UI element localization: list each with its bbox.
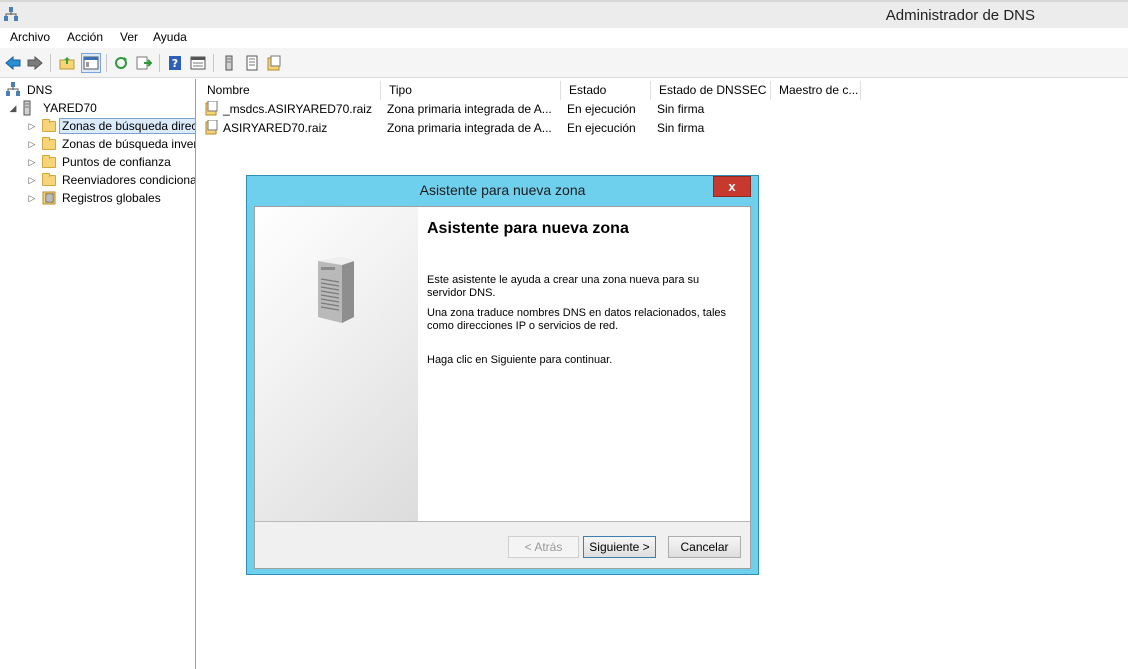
tree-item-label: Registros globales: [62, 191, 161, 205]
cell-nombre: ASIRYARED70.raiz: [223, 121, 328, 135]
expand-arrow-icon[interactable]: ▷: [27, 175, 37, 186]
wizard-heading: Asistente para nueva zona: [427, 220, 629, 237]
tree-root-label: DNS: [27, 83, 53, 97]
menu-accion[interactable]: Acción: [67, 30, 103, 44]
help-icon[interactable]: ?: [165, 53, 185, 73]
tree-server[interactable]: ◢ YARED70: [8, 99, 97, 117]
toolbar: ?: [0, 48, 1128, 78]
new-zone-wizard-dialog: Asistente para nueva zona x Asistente pa…: [246, 175, 759, 575]
wizard-side-panel: [255, 207, 418, 521]
column-header-dnssec[interactable]: Estado de DNSSEC: [651, 81, 771, 100]
wizard-paragraph-2: Una zona traduce nombres DNS en datos re…: [427, 307, 727, 332]
wizard-paragraph-3: Haga clic en Siguiente para continuar.: [427, 354, 613, 366]
back-icon[interactable]: [3, 53, 23, 73]
table-row[interactable]: _msdcs.ASIRYARED70.raiz Zona primaria in…: [199, 100, 899, 118]
folder-icon: [41, 154, 57, 170]
menu-archivo[interactable]: Archivo: [10, 30, 50, 44]
expand-arrow-icon[interactable]: ▷: [27, 193, 37, 204]
tree-item-label: Reenviadores condicionales: [62, 173, 195, 187]
cell-tipo: Zona primaria integrada de A...: [387, 121, 552, 135]
tree-item-label: Zonas de búsqueda directa: [59, 118, 195, 134]
expand-arrow-icon[interactable]: ▷: [27, 139, 37, 150]
menu-ayuda[interactable]: Ayuda: [153, 30, 187, 44]
toolbar-separator: [50, 54, 51, 72]
console-tree: DNS ◢ YARED70 ▷ Zonas de búsqueda direct…: [0, 79, 196, 669]
toolbar-separator: [213, 54, 214, 72]
window-title: Administrador de DNS: [885, 7, 1035, 24]
tree-item-registros-globales[interactable]: ▷ Registros globales: [27, 189, 161, 207]
wizard-content-panel: Asistente para nueva zona Este asistente…: [418, 207, 750, 521]
server-illustration-icon: [312, 255, 358, 328]
svg-text:?: ?: [172, 57, 178, 70]
up-folder-icon[interactable]: [57, 53, 77, 73]
button-bar-divider: [255, 521, 750, 522]
cell-dnssec: Sin firma: [657, 121, 705, 135]
dialog-body: Asistente para nueva zona Este asistente…: [254, 206, 751, 569]
forward-icon[interactable]: [25, 53, 45, 73]
collapse-arrow-icon[interactable]: ◢: [8, 103, 18, 114]
refresh-icon[interactable]: [111, 53, 131, 73]
cell-dnssec: Sin firma: [657, 102, 705, 116]
toolbar-separator: [106, 54, 107, 72]
next-button[interactable]: Siguiente >: [583, 536, 656, 558]
tree-item-zonas-inversa[interactable]: ▷ Zonas de búsqueda inversa: [27, 135, 196, 153]
dns-app-icon[interactable]: [4, 7, 18, 23]
properties-icon[interactable]: [188, 53, 208, 73]
wizard-paragraph-1: Este asistente le ayuda a crear una zona…: [427, 274, 700, 299]
zone-icon[interactable]: [264, 53, 284, 73]
table-row[interactable]: ASIRYARED70.raiz Zona primaria integrada…: [199, 119, 899, 137]
back-button[interactable]: < Atrás: [508, 536, 579, 558]
dns-icon: [6, 82, 22, 98]
tree-server-label: YARED70: [43, 101, 97, 115]
tree-item-label: Puntos de confianza: [62, 155, 171, 169]
menu-bar: Archivo Acción Ver Ayuda: [0, 28, 1128, 48]
zone-icon: [205, 100, 218, 116]
expand-arrow-icon[interactable]: ▷: [27, 157, 37, 168]
menu-ver[interactable]: Ver: [120, 30, 138, 44]
server-icon[interactable]: [219, 53, 239, 73]
cell-estado: En ejecución: [567, 102, 636, 116]
zone-icon: [205, 119, 218, 135]
column-header-estado[interactable]: Estado: [561, 81, 651, 100]
folder-icon: [41, 118, 57, 134]
folder-icon: [41, 136, 57, 152]
show-hide-tree-icon[interactable]: [81, 53, 101, 73]
column-header-tipo[interactable]: Tipo: [381, 81, 561, 100]
list-icon[interactable]: [242, 53, 262, 73]
expand-arrow-icon[interactable]: ▷: [27, 121, 37, 132]
tree-item-label: Zonas de búsqueda inversa: [62, 137, 196, 151]
cell-tipo: Zona primaria integrada de A...: [387, 102, 552, 116]
close-button[interactable]: x: [713, 176, 751, 197]
tree-root-dns[interactable]: DNS: [6, 81, 52, 99]
cancel-button[interactable]: Cancelar: [668, 536, 741, 558]
tree-item-puntos-confianza[interactable]: ▷ Puntos de confianza: [27, 153, 171, 171]
toolbar-separator: [159, 54, 160, 72]
column-header-nombre[interactable]: Nombre: [199, 81, 381, 100]
tree-item-zonas-directa[interactable]: ▷ Zonas de búsqueda directa: [27, 117, 195, 135]
title-bar: Administrador de DNS: [0, 0, 1128, 28]
column-header-maestro[interactable]: Maestro de c...: [771, 81, 861, 100]
cell-nombre: _msdcs.ASIRYARED70.raiz: [223, 102, 372, 116]
export-list-icon[interactable]: [134, 53, 154, 73]
server-icon: [22, 100, 38, 116]
folder-icon: [41, 172, 57, 188]
tree-item-reenviadores[interactable]: ▷ Reenviadores condicionales: [27, 171, 195, 189]
cell-estado: En ejecución: [567, 121, 636, 135]
dialog-title: Asistente para nueva zona: [419, 182, 586, 198]
global-records-icon: [41, 190, 57, 206]
